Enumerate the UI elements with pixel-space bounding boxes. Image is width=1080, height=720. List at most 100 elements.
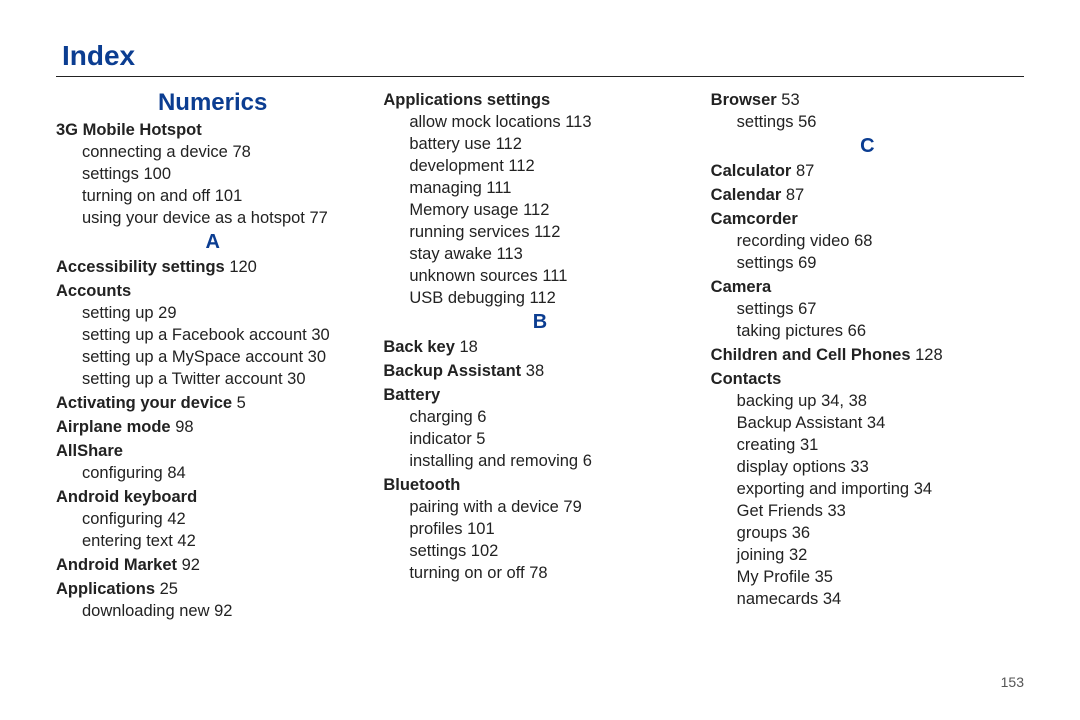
page-number: 153	[1001, 674, 1024, 690]
index-column: Browser 53settings 56CCalculator 87Calen…	[711, 87, 1024, 622]
topic-label: Backup Assistant	[383, 362, 521, 380]
index-subentry: USB debugging 112	[409, 287, 696, 309]
subentry-label: connecting a device	[82, 143, 228, 161]
subentry-label: groups	[737, 524, 787, 542]
index-subentry: charging 6	[409, 406, 696, 428]
subentry-label: settings	[737, 113, 794, 131]
index-page: Index Numerics3G Mobile Hotspotconnectin…	[0, 0, 1080, 720]
index-topic: Backup Assistant 38	[383, 360, 696, 382]
page-ref: 6	[583, 452, 592, 470]
index-columns: Numerics 3G Mobile Hotspot connecting a de…	[56, 87, 1024, 622]
index-subentry: Backup Assistant 34	[737, 412, 1024, 434]
index-subentry: downloading new 92	[82, 600, 369, 622]
subentry-label: settings	[737, 254, 794, 272]
index-subentry: running services 112	[409, 221, 696, 243]
subentry-label: development	[409, 157, 503, 175]
index-topic: Airplane mode 98	[56, 416, 369, 438]
page-ref: 87	[796, 162, 814, 180]
subentry-label: indicator	[409, 430, 471, 448]
subentry-label: exporting and importing	[737, 480, 909, 498]
index-topic: Camcorder	[711, 208, 1024, 230]
subentry-label: setting up a MySpace account	[82, 348, 303, 366]
page-ref: 92	[182, 556, 200, 574]
topic-label: Camera	[711, 278, 772, 296]
page-ref: 113	[496, 245, 522, 263]
topic-label: Accounts	[56, 282, 131, 300]
index-subentry: taking pictures 66	[737, 320, 1024, 342]
page-ref: 30	[311, 326, 329, 344]
page-ref: 53	[781, 91, 799, 109]
topic-label: 3G Mobile Hotspot	[56, 121, 202, 139]
section-letter: B	[383, 311, 696, 334]
page-ref: 101	[215, 187, 243, 205]
topic-label: Activating your device	[56, 394, 232, 412]
index-subentry: My Profile 35	[737, 566, 1024, 588]
index-column: Numerics 3G Mobile Hotspot connecting a de…	[56, 87, 369, 622]
subentry-label: stay awake	[409, 245, 492, 263]
index-topic: Calculator 87	[711, 160, 1024, 182]
subentry-label: turning on or off	[409, 564, 524, 582]
page-ref: 34	[914, 480, 932, 498]
section-letter: A	[56, 231, 369, 254]
topic-label: Bluetooth	[383, 476, 460, 494]
index-subentry: configuring 84	[82, 462, 369, 484]
page-ref: 34	[867, 414, 885, 432]
subentry-label: setting up	[82, 304, 154, 322]
page-ref: 84	[167, 464, 185, 482]
index-subentry: installing and removing 6	[409, 450, 696, 472]
index-subentry: creating 31	[737, 434, 1024, 456]
page-ref: 98	[175, 418, 193, 436]
page-ref: 102	[471, 542, 499, 560]
index-topic: Bluetooth	[383, 474, 696, 496]
index-subentry: development 112	[409, 155, 696, 177]
subentry-label: downloading new	[82, 602, 210, 620]
index-subentry: stay awake 113	[409, 243, 696, 265]
subentry-label: My Profile	[737, 568, 810, 586]
index-subentry: exporting and importing 34	[737, 478, 1024, 500]
topic-label: Back key	[383, 338, 455, 356]
subentry-label: display options	[737, 458, 846, 476]
index-topic: 3G Mobile Hotspot	[56, 119, 369, 141]
topic-label: Applications	[56, 580, 155, 598]
page-ref: 18	[459, 338, 477, 356]
subentry-label: Memory usage	[409, 201, 518, 219]
subentry-label: running services	[409, 223, 529, 241]
subentry-label: recording video	[737, 232, 850, 250]
index-subentry: setting up a MySpace account 30	[82, 346, 369, 368]
index-subentry: settings 102	[409, 540, 696, 562]
index-subentry: allow mock locations 113	[409, 111, 696, 133]
subentry-label: joining	[737, 546, 785, 564]
index-subentry: settings 56	[737, 111, 1024, 133]
page-ref: 100	[143, 165, 171, 183]
subentry-label: setting up a Facebook account	[82, 326, 307, 344]
page-ref: 68	[854, 232, 872, 250]
index-topic: Applications settings	[383, 89, 696, 111]
page-ref: 35	[815, 568, 833, 586]
index-subentry: using your device as a hotspot 77	[82, 207, 369, 229]
divider	[56, 76, 1024, 77]
page-ref: 56	[798, 113, 816, 131]
page-ref: 38	[526, 362, 544, 380]
page-ref: 112	[534, 223, 560, 241]
index-subentry: connecting a device 78	[82, 141, 369, 163]
subentry-label: settings	[737, 300, 794, 318]
topic-label: Accessibility settings	[56, 258, 225, 276]
index-topic: Back key 18	[383, 336, 696, 358]
page-ref: 101	[467, 520, 495, 538]
topic-label: Battery	[383, 386, 440, 404]
page-ref: 5	[476, 430, 485, 448]
section-heading: Numerics	[56, 89, 369, 117]
page-ref: 29	[158, 304, 176, 322]
index-subentry: setting up a Twitter account 30	[82, 368, 369, 390]
index-subentry: battery use 112	[409, 133, 696, 155]
index-topic: Accessibility settings 120	[56, 256, 369, 278]
subentry-label: managing	[409, 179, 481, 197]
topic-label: Airplane mode	[56, 418, 171, 436]
page-ref: 25	[160, 580, 178, 598]
index-topic: Android keyboard	[56, 486, 369, 508]
index-subentry: profiles 101	[409, 518, 696, 540]
index-topic: Contacts	[711, 368, 1024, 390]
index-subentry: pairing with a device 79	[409, 496, 696, 518]
page-ref: 79	[563, 498, 581, 516]
page-ref: 32	[789, 546, 807, 564]
